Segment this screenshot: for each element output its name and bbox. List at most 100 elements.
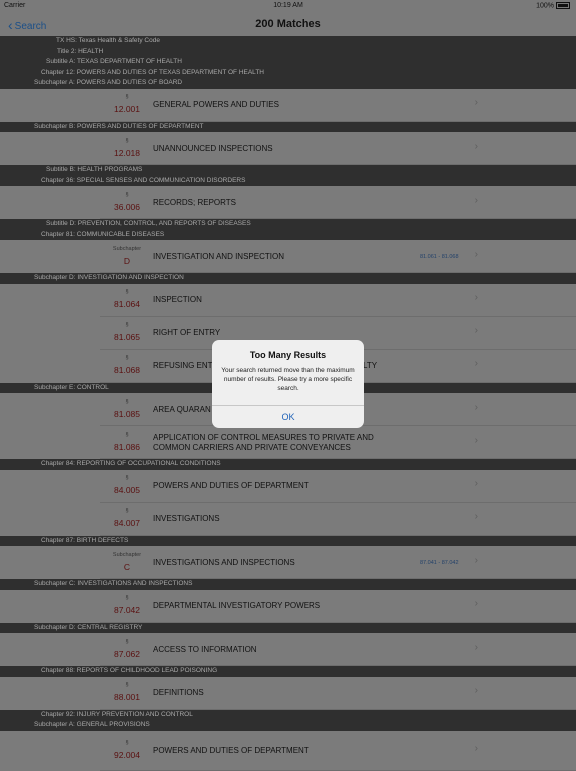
section-header: Subchapter B: POWERS AND DUTIES OF DEPAR… bbox=[0, 121, 576, 132]
chevron-right-icon: › bbox=[474, 140, 478, 152]
section-symbol: § bbox=[125, 322, 129, 328]
section-number: 12.018 bbox=[114, 147, 140, 158]
battery-percent: 100% bbox=[536, 2, 554, 10]
section-symbol: § bbox=[125, 94, 129, 100]
chevron-right-icon: › bbox=[474, 248, 478, 260]
section-header: Title 2: HEALTH bbox=[0, 46, 576, 57]
result-row[interactable]: § 88.001 DEFINITIONS › bbox=[0, 676, 576, 710]
chevron-right-icon: › bbox=[474, 97, 478, 108]
row-title: DEPARTMENTAL INVESTIGATORY POWERS bbox=[153, 601, 321, 610]
result-row[interactable]: § 12.018 UNANNOUNCED INSPECTIONS › bbox=[0, 132, 576, 165]
row-title: APPLICATION OF CONTROL MEASURES TO PRIVA… bbox=[153, 432, 374, 442]
clock: 10:19 AM bbox=[273, 2, 303, 9]
row-separator bbox=[100, 534, 576, 536]
section-number: 12.001 bbox=[114, 104, 140, 114]
section-number: 81.068 bbox=[114, 365, 140, 375]
section-symbol: Subchapter bbox=[112, 551, 142, 558]
section-symbol: § bbox=[125, 739, 129, 746]
section-header: Chapter 92: INJURY PREVENTION AND CONTRO… bbox=[0, 709, 576, 720]
row-title: RECORDS; REPORTS bbox=[153, 197, 236, 207]
row-title-line2: COMMON CARRIERS AND PRIVATE CONVEYANCES bbox=[153, 442, 351, 452]
result-row[interactable]: § 81.064 INSPECTION › bbox=[0, 283, 576, 317]
chevron-right-icon: › bbox=[474, 598, 478, 609]
chevron-right-icon: › bbox=[474, 554, 478, 566]
chevron-right-icon: › bbox=[474, 401, 478, 413]
chevron-right-icon: › bbox=[474, 685, 478, 696]
section-symbol: § bbox=[125, 638, 129, 645]
row-separator bbox=[100, 769, 576, 771]
section-symbol: § bbox=[125, 682, 129, 688]
section-header: Subchapter A: POWERS AND DUTIES OF BOARD bbox=[0, 78, 576, 89]
status-bar: Carrier 10:19 AM 100% bbox=[0, 0, 576, 12]
row-title: AREA QUARAN bbox=[153, 404, 211, 414]
row-title: ACCESS TO INFORMATION bbox=[153, 644, 257, 654]
page-title: 200 Matches bbox=[255, 18, 321, 30]
row-title: INSPECTION bbox=[153, 295, 202, 304]
chevron-right-icon: › bbox=[474, 511, 478, 522]
section-header: Chapter 88: REPORTS OF CHILDHOOD LEAD PO… bbox=[0, 666, 576, 677]
row-separator bbox=[100, 621, 576, 623]
result-row[interactable]: § 87.042 DEPARTMENTAL INVESTIGATORY POWERS… bbox=[0, 589, 576, 623]
section-symbol: § bbox=[125, 595, 129, 601]
section-range: 81.061 - 81.068 bbox=[420, 253, 459, 260]
result-row[interactable]: § 87.062 ACCESS TO INFORMATION › bbox=[0, 633, 576, 666]
row-title-tail: LTY bbox=[363, 361, 378, 370]
result-row[interactable]: § 84.007 INVESTIGATIONS › bbox=[0, 502, 576, 536]
result-row[interactable]: § 84.005 POWERS AND DUTIES OF DEPARTMENT › bbox=[0, 469, 576, 503]
result-row[interactable]: Subchapter C INVESTIGATIONS AND INSPECTION… bbox=[0, 546, 576, 579]
row-separator bbox=[100, 272, 576, 273]
result-row[interactable]: § 36.006 RECORDS; REPORTS › bbox=[0, 186, 576, 219]
section-number: 88.001 bbox=[114, 692, 140, 702]
battery-icon bbox=[556, 2, 570, 9]
row-separator bbox=[100, 665, 576, 666]
row-separator bbox=[100, 218, 576, 219]
chevron-right-icon: › bbox=[474, 358, 478, 369]
section-number: 84.007 bbox=[114, 518, 140, 528]
chevron-right-icon: › bbox=[474, 478, 478, 489]
section-symbol: Subchapter bbox=[112, 245, 142, 252]
chevron-right-icon: › bbox=[474, 292, 478, 303]
row-title: RIGHT OF ENTRY bbox=[153, 328, 221, 337]
section-header: Subchapter A: GENERAL PROVISIONS bbox=[0, 720, 576, 731]
section-number: C bbox=[123, 561, 131, 572]
section-header: Subtitle B: HEALTH PROGRAMS bbox=[0, 165, 576, 176]
section-number: D bbox=[123, 255, 131, 266]
row-separator bbox=[100, 120, 576, 122]
row-title: GENERAL POWERS AND DUTIES bbox=[153, 100, 279, 109]
section-number: 92.004 bbox=[114, 749, 140, 760]
row-separator bbox=[100, 458, 576, 459]
result-row[interactable]: § 12.001 GENERAL POWERS AND DUTIES › bbox=[0, 88, 576, 122]
chevron-right-icon: › bbox=[474, 194, 478, 206]
section-symbol: § bbox=[125, 508, 129, 514]
section-header: TX HS: Texas Health & Safety Code bbox=[0, 36, 576, 47]
section-number: 87.062 bbox=[114, 648, 140, 659]
result-row[interactable]: Subchapter D INVESTIGATION AND INSPECTION 8… bbox=[0, 240, 576, 273]
section-symbol: § bbox=[125, 289, 129, 295]
section-number: 36.006 bbox=[114, 201, 140, 212]
section-symbol: § bbox=[125, 475, 129, 481]
navigation-bar: ‹ Search 200 Matches bbox=[0, 12, 576, 36]
section-symbol: § bbox=[125, 137, 129, 144]
section-symbol: § bbox=[125, 431, 129, 438]
row-separator bbox=[100, 578, 576, 579]
row-separator bbox=[100, 164, 576, 165]
section-number: 81.064 bbox=[114, 299, 140, 309]
result-row[interactable]: § 81.086 APPLICATION OF CONTROL MEASURES T… bbox=[0, 426, 576, 459]
alert-dialog: Too Many Results Your search returned mo… bbox=[212, 340, 364, 428]
row-title: UNANNOUNCED INSPECTIONS bbox=[153, 143, 273, 153]
row-title: INVESTIGATIONS AND INSPECTIONS bbox=[153, 557, 295, 567]
row-title: DEFINITIONS bbox=[153, 688, 204, 697]
result-row[interactable]: § 92.004 POWERS AND DUTIES OF DEPARTMENT › bbox=[0, 730, 576, 771]
section-number: 81.086 bbox=[114, 441, 140, 452]
section-number: 81.065 bbox=[114, 332, 140, 342]
row-title: REFUSING ENT bbox=[153, 361, 213, 370]
section-symbol: § bbox=[125, 398, 129, 405]
row-title: POWERS AND DUTIES OF DEPARTMENT bbox=[153, 481, 309, 490]
row-title: POWERS AND DUTIES OF DEPARTMENT bbox=[153, 745, 309, 755]
battery-indicator: 100% bbox=[536, 2, 570, 9]
section-header: Subtitle D: PREVENTION, CONTROL, AND REP… bbox=[0, 219, 576, 230]
section-symbol: § bbox=[125, 191, 129, 198]
ok-button[interactable]: OK bbox=[212, 406, 364, 428]
section-header: Subtitle A: TEXAS DEPARTMENT OF HEALTH bbox=[0, 57, 576, 68]
section-number: 87.042 bbox=[114, 605, 140, 615]
